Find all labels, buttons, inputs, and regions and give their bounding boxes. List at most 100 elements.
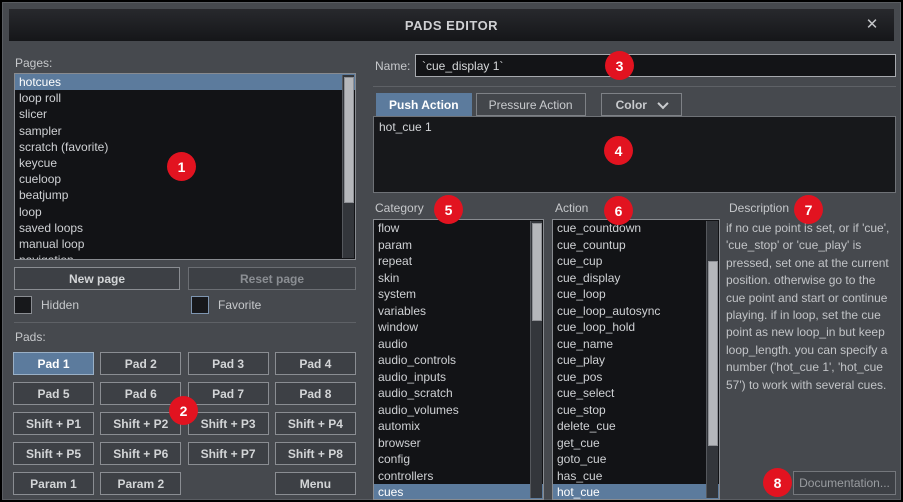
list-item[interactable]: cue_loop_autosync	[553, 303, 719, 320]
list-item[interactable]: beatjump	[15, 187, 355, 203]
favorite-checkbox[interactable]	[191, 296, 209, 314]
list-item[interactable]: cues	[374, 484, 543, 500]
list-item[interactable]: flow	[374, 220, 543, 237]
list-item[interactable]: window	[374, 319, 543, 336]
annotation-badge-2: 2	[169, 396, 198, 425]
list-item[interactable]: controllers	[374, 468, 543, 485]
list-item[interactable]: cue_select	[553, 385, 719, 402]
list-item[interactable]: navigation	[15, 252, 355, 260]
annotation-badge-1: 1	[167, 152, 196, 181]
pad-5-button[interactable]: Pad 5	[13, 382, 94, 405]
list-item[interactable]: cue_countup	[553, 237, 719, 254]
list-item[interactable]: variables	[374, 303, 543, 320]
action-tabs: Push Action Pressure Action Color	[376, 93, 686, 116]
close-icon[interactable]: ✕	[862, 15, 882, 35]
annotation-badge-7: 7	[794, 195, 823, 224]
list-item[interactable]: hotcues	[15, 74, 355, 90]
list-item[interactable]: get_cue	[553, 435, 719, 452]
list-item[interactable]: audio_scratch	[374, 385, 543, 402]
list-item[interactable]: manual loop	[15, 236, 355, 252]
pads-editor-dialog: PADS EDITOR ✕ Pages: hotcuesloop rollsli…	[2, 2, 901, 500]
list-item[interactable]: audio_controls	[374, 352, 543, 369]
list-item[interactable]: cue_cup	[553, 253, 719, 270]
list-item[interactable]: cue_loop	[553, 286, 719, 303]
list-item[interactable]: loop	[15, 204, 355, 220]
param-2-button[interactable]: Param 2	[100, 472, 181, 495]
divider	[14, 322, 356, 323]
list-item[interactable]: audio	[374, 336, 543, 353]
list-item[interactable]: system	[374, 286, 543, 303]
shift-p8-button[interactable]: Shift + P8	[275, 442, 356, 465]
pad-7-button[interactable]: Pad 7	[188, 382, 269, 405]
list-item[interactable]: has_cue	[553, 468, 719, 485]
list-item[interactable]: cue_stop	[553, 402, 719, 419]
list-item[interactable]: slicer	[15, 106, 355, 122]
category-header: Category	[375, 201, 424, 215]
reset-page-button[interactable]: Reset page	[188, 267, 356, 290]
shift-p3-button[interactable]: Shift + P3	[188, 412, 269, 435]
description-header: Description	[729, 201, 789, 215]
category-list: flowparamrepeatskinsystemvariableswindow…	[373, 219, 544, 500]
list-item[interactable]: hot_cue	[553, 484, 719, 500]
pad-2-button[interactable]: Pad 2	[100, 352, 181, 375]
pad-8-button[interactable]: Pad 8	[275, 382, 356, 405]
list-item[interactable]: param	[374, 237, 543, 254]
scrollbar-thumb[interactable]	[344, 77, 354, 203]
list-item[interactable]: delete_cue	[553, 418, 719, 435]
annotation-badge-8: 8	[763, 468, 792, 497]
menu-button[interactable]: Menu	[275, 472, 356, 495]
list-item[interactable]: skin	[374, 270, 543, 287]
hidden-label: Hidden	[41, 298, 79, 312]
list-item[interactable]: loop roll	[15, 90, 355, 106]
title-bar: PADS EDITOR ✕	[9, 9, 894, 41]
list-item[interactable]: cue_play	[553, 352, 719, 369]
category-scrollbar[interactable]	[530, 221, 542, 498]
list-item[interactable]: goto_cue	[553, 451, 719, 468]
pages-label: Pages:	[15, 56, 52, 70]
action-header: Action	[555, 201, 588, 215]
shift-p6-button[interactable]: Shift + P6	[100, 442, 181, 465]
list-item[interactable]: cue_display	[553, 270, 719, 287]
pad-6-button[interactable]: Pad 6	[100, 382, 181, 405]
list-item[interactable]: cue_pos	[553, 369, 719, 386]
list-item[interactable]: config	[374, 451, 543, 468]
shift-p7-button[interactable]: Shift + P7	[188, 442, 269, 465]
color-dropdown[interactable]: Color	[601, 93, 682, 116]
list-item[interactable]: sampler	[15, 123, 355, 139]
param-1-button[interactable]: Param 1	[13, 472, 94, 495]
scrollbar-thumb[interactable]	[532, 223, 542, 321]
hidden-checkbox[interactable]	[14, 296, 32, 314]
list-item[interactable]: cue_countdown	[553, 220, 719, 237]
annotation-badge-6: 6	[604, 196, 633, 225]
pads-label: Pads:	[15, 330, 46, 344]
shift-p5-button[interactable]: Shift + P5	[13, 442, 94, 465]
tab-push-action[interactable]: Push Action	[376, 93, 472, 116]
hidden-checkbox-row: Hidden	[14, 296, 79, 314]
list-item[interactable]: browser	[374, 435, 543, 452]
pad-1-button[interactable]: Pad 1	[13, 352, 94, 375]
list-item[interactable]: automix	[374, 418, 543, 435]
new-page-button[interactable]: New page	[14, 267, 180, 290]
divider	[373, 86, 896, 87]
action-list: cue_countdowncue_countupcue_cupcue_displ…	[552, 219, 720, 500]
pages-scrollbar[interactable]	[342, 75, 354, 258]
action-scrollbar[interactable]	[706, 221, 718, 498]
tab-pressure-action[interactable]: Pressure Action	[476, 93, 586, 116]
pad-3-button[interactable]: Pad 3	[188, 352, 269, 375]
name-label: Name:	[375, 59, 410, 73]
list-item[interactable]: cue_loop_hold	[553, 319, 719, 336]
documentation-button[interactable]: Documentation...	[793, 471, 896, 495]
scrollbar-thumb[interactable]	[708, 261, 718, 446]
name-input[interactable]	[415, 54, 896, 77]
shift-p4-button[interactable]: Shift + P4	[275, 412, 356, 435]
action-script-textarea[interactable]: hot_cue 1	[373, 116, 896, 193]
window-title: PADS EDITOR	[405, 18, 498, 33]
list-item[interactable]: audio_volumes	[374, 402, 543, 419]
list-item[interactable]: cue_name	[553, 336, 719, 353]
pad-4-button[interactable]: Pad 4	[275, 352, 356, 375]
list-item[interactable]: saved loops	[15, 220, 355, 236]
list-item[interactable]: audio_inputs	[374, 369, 543, 386]
list-item[interactable]: repeat	[374, 253, 543, 270]
shift-p1-button[interactable]: Shift + P1	[13, 412, 94, 435]
favorite-label: Favorite	[218, 298, 261, 312]
